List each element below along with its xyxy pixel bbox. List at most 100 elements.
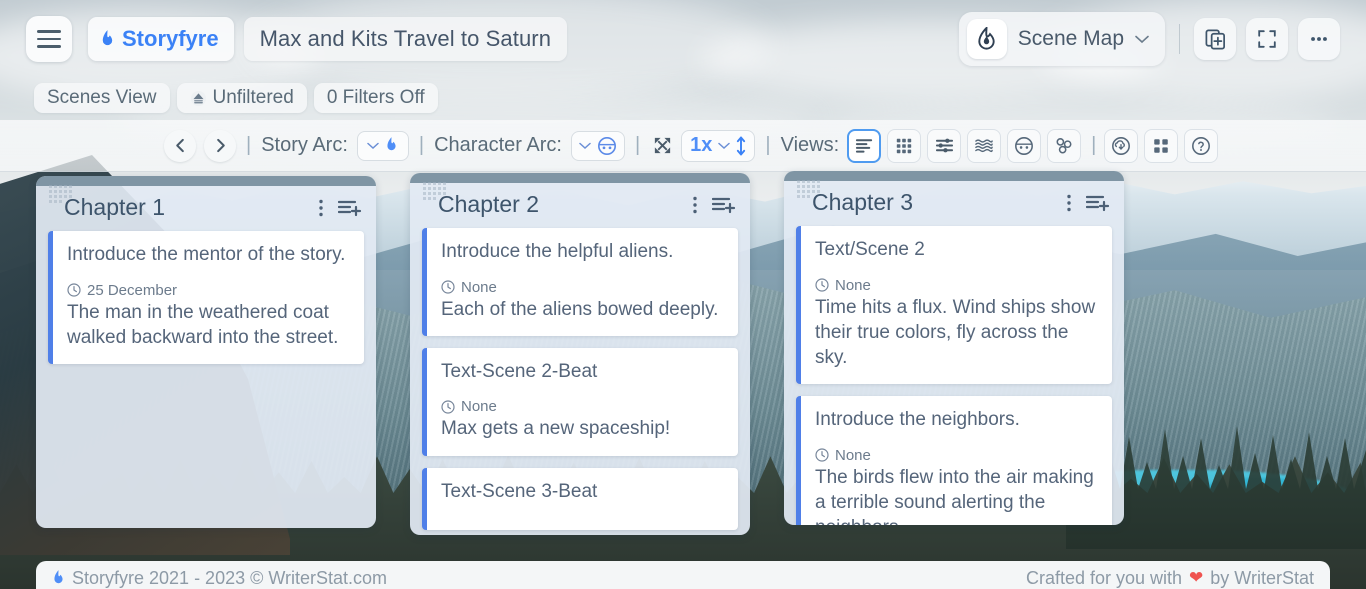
view-button-grid-view[interactable]	[887, 129, 921, 163]
scene-card[interactable]: Text/Scene 2 None Time hits a flux. Wind…	[796, 226, 1112, 384]
column-actions	[1066, 193, 1110, 213]
grid-3x3-icon	[895, 137, 913, 155]
board-column[interactable]: Chapter 2 Introduce the helpful alie	[410, 173, 750, 535]
scene-card[interactable]: Text-Scene 3-Beat	[422, 468, 738, 531]
card-meta: None	[815, 447, 1098, 464]
scene-map-selector[interactable]: Scene Map	[959, 12, 1165, 66]
view-button-settings-view[interactable]	[927, 129, 961, 163]
card-meta: 25 December	[67, 282, 350, 299]
vertical-dots-icon[interactable]	[1066, 193, 1072, 213]
column-cards: Introduce the helpful aliens. None Each …	[410, 224, 750, 535]
scene-card[interactable]: Text-Scene 2-Beat None Max gets a new sp…	[422, 348, 738, 456]
scenes-view-chip[interactable]: Scenes View	[34, 83, 170, 113]
brand-button[interactable]: Storyfyre	[88, 17, 234, 61]
clock-icon	[441, 280, 455, 294]
character-arc-label: Character Arc:	[434, 134, 562, 157]
drag-dots-icon[interactable]	[48, 184, 78, 206]
util-button-help[interactable]	[1184, 129, 1218, 163]
footer-credit-suffix: by WriterStat	[1210, 568, 1314, 589]
util-button-apps-grid[interactable]	[1144, 129, 1178, 163]
board-column[interactable]: Chapter 1 Introduce the mentor of th	[36, 176, 376, 528]
face-mask-icon	[597, 136, 617, 156]
chevron-right-icon[interactable]	[204, 130, 236, 162]
scene-card[interactable]: Introduce the mentor of the story. 25 De…	[48, 231, 364, 364]
expand-icon[interactable]	[1246, 18, 1288, 60]
view-button-relations-view[interactable]	[1047, 129, 1081, 163]
expand-arrows-icon[interactable]	[652, 135, 673, 156]
document-title[interactable]: Max and Kits Travel to Saturn	[244, 17, 567, 61]
divider	[1179, 24, 1180, 54]
view-toolbar: | Story Arc: | Character Arc:	[0, 120, 1366, 172]
scene-card[interactable]: Introduce the helpful aliens. None Each …	[422, 228, 738, 336]
column-title: Chapter 3	[812, 189, 913, 216]
column-actions	[692, 195, 736, 215]
add-list-icon[interactable]	[1086, 193, 1110, 213]
face-circle-icon	[1014, 136, 1034, 156]
board-column[interactable]: Chapter 3 Text/Scene 2	[784, 171, 1124, 525]
views-label: Views:	[781, 134, 840, 157]
card-text: Max gets a new spaceship!	[441, 416, 724, 441]
chevron-left-icon[interactable]	[164, 130, 196, 162]
separator: |	[419, 134, 424, 157]
scene-board: Chapter 1 Introduce the mentor of th	[36, 176, 1124, 535]
card-date: 25 December	[87, 282, 177, 299]
clock-icon	[441, 400, 455, 414]
add-list-icon[interactable]	[712, 195, 736, 215]
story-arc-select[interactable]	[357, 131, 409, 161]
clock-icon	[815, 278, 829, 292]
card-meta: None	[441, 398, 724, 415]
card-date: None	[835, 447, 871, 464]
align-left-icon	[855, 136, 874, 155]
card-date: None	[461, 279, 497, 296]
separator: |	[635, 134, 640, 157]
add-layer-icon[interactable]	[1194, 18, 1236, 60]
scene-map-label: Scene Map	[1018, 27, 1124, 51]
column-top-bar	[36, 176, 376, 186]
chevron-down-icon	[718, 142, 730, 150]
chevron-down-icon	[1135, 35, 1149, 44]
footer-credit-prefix: Crafted for you with	[1026, 568, 1182, 589]
card-title: Introduce the mentor of the story.	[67, 243, 350, 268]
unfiltered-chip[interactable]: Unfiltered	[177, 83, 307, 113]
card-date: None	[835, 277, 871, 294]
column-title: Chapter 2	[438, 191, 539, 218]
drag-dots-icon[interactable]	[796, 179, 826, 201]
separator: |	[1091, 134, 1096, 157]
character-arc-select[interactable]	[571, 131, 625, 161]
vertical-dots-icon[interactable]	[692, 195, 698, 215]
clock-icon	[815, 448, 829, 462]
footer-copyright: Storyfyre 2021 - 2023 © WriterStat.com	[52, 568, 387, 589]
app-footer: Storyfyre 2021 - 2023 © WriterStat.com C…	[36, 561, 1330, 589]
column-top-bar	[410, 173, 750, 183]
column-top-bar	[784, 171, 1124, 181]
drag-dots-icon[interactable]	[422, 181, 452, 203]
column-header: Chapter 1	[36, 186, 376, 227]
grid-2x2-icon	[1152, 137, 1170, 155]
scene-card[interactable]: Introduce the neighbors. None The birds …	[796, 396, 1112, 525]
card-text: Each of the aliens bowed deeply.	[441, 297, 724, 322]
clock-icon	[67, 283, 81, 297]
util-button-cloud-download[interactable]	[1104, 129, 1138, 163]
sliders-icon	[935, 136, 954, 155]
app-header: Storyfyre Max and Kits Travel to Saturn …	[0, 0, 1366, 78]
hamburger-icon[interactable]	[26, 16, 72, 62]
more-horizontal-icon[interactable]	[1298, 18, 1340, 60]
card-title: Introduce the neighbors.	[815, 408, 1098, 433]
column-header: Chapter 2	[410, 183, 750, 224]
view-button-character-view[interactable]	[1007, 129, 1041, 163]
view-button-list-view[interactable]	[847, 129, 881, 163]
molecule-icon	[1054, 136, 1074, 156]
zoom-level-control[interactable]: 1x	[681, 130, 755, 162]
separator: |	[765, 134, 770, 157]
view-button-waves-view[interactable]	[967, 129, 1001, 163]
flame-icon	[385, 137, 398, 154]
vertical-dots-icon[interactable]	[318, 198, 324, 218]
column-actions	[318, 198, 362, 218]
header-actions: Scene Map	[959, 12, 1340, 66]
filter-row: Scenes View Unfiltered 0 Filters Off	[34, 83, 438, 113]
footer-copyright-text: Storyfyre 2021 - 2023 © WriterStat.com	[72, 568, 387, 589]
filters-off-chip[interactable]: 0 Filters Off	[314, 83, 438, 113]
unfiltered-label: Unfiltered	[213, 87, 294, 109]
add-list-icon[interactable]	[338, 198, 362, 218]
waves-icon	[974, 137, 994, 155]
